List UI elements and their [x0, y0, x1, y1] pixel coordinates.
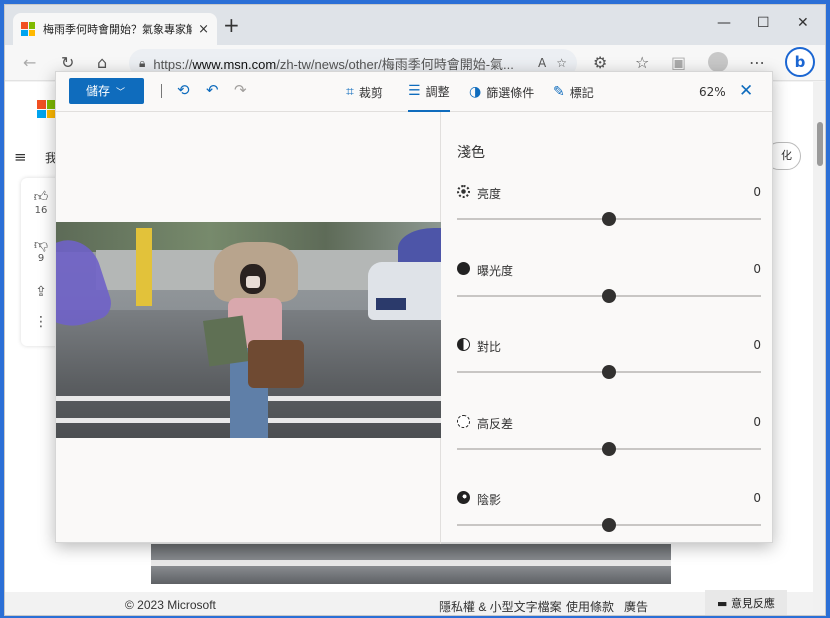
save-button[interactable]: 儲存 ﹀: [69, 78, 144, 104]
slider-thumb[interactable]: [602, 518, 616, 532]
dislike-count: 9: [37, 253, 45, 264]
undo-icon[interactable]: ↶: [206, 81, 219, 99]
photo-pole: [136, 228, 152, 306]
shadows-icon: [457, 491, 470, 504]
more-menu-icon[interactable]: ⋯: [749, 53, 765, 72]
photo-pedestrian: [202, 242, 304, 438]
slider-label: 亮度: [477, 187, 502, 201]
collections-icon[interactable]: ▣: [671, 53, 686, 72]
microsoft-logo[interactable]: [37, 100, 55, 118]
footer-copyright: © 2023 Microsoft: [125, 598, 216, 612]
refresh-icon[interactable]: ↻: [61, 53, 74, 72]
lock-icon[interactable]: 🔒︎: [139, 56, 145, 71]
feedback-button[interactable]: ▬ 意見反應: [705, 590, 787, 615]
tool-markup[interactable]: ✎ 標記: [553, 72, 594, 112]
handbag: [248, 340, 304, 388]
slider-thumb[interactable]: [602, 365, 616, 379]
footer-privacy-link[interactable]: 隱私權 & 小型文字檔案: [439, 598, 562, 615]
slider-label: 曝光度: [477, 263, 514, 278]
slider-label: 陰影: [477, 493, 502, 507]
adjust-icon: ☰: [408, 83, 421, 99]
bing-chat-icon[interactable]: b: [785, 47, 815, 77]
tab-close-icon[interactable]: ×: [198, 22, 209, 37]
slider-label: 高反差: [477, 416, 514, 431]
page-scrollbar[interactable]: [813, 82, 825, 615]
slider-value: 0: [753, 185, 761, 199]
edited-photo[interactable]: [56, 222, 441, 438]
tab-strip: 梅雨季何時會開始？氣象專家解 × + — ☐ ✕: [5, 5, 825, 45]
article-image: [151, 544, 671, 584]
home-icon[interactable]: ⌂: [97, 53, 107, 72]
redo-icon[interactable]: ↷: [234, 81, 247, 99]
url-text[interactable]: https://www.msn.com/zh-tw/news/other/梅雨季…: [153, 54, 528, 73]
image-editor: 儲存 ﹀ ⟲ ↶ ↷ ⌗ 裁剪 ☰ 調整 ◑ 篩選條件 ✎ 標記 62% ✕ 淺…: [55, 71, 774, 544]
shopping-bag: [202, 315, 250, 367]
back-arrow-icon[interactable]: ←: [23, 53, 36, 72]
slider-value: 0: [753, 414, 761, 429]
exposure-icon: [457, 261, 470, 275]
pedestrian-mask: [246, 276, 260, 288]
panel-title: 淺色: [457, 145, 485, 161]
filter-icon: ◑: [469, 84, 482, 100]
profile-avatar[interactable]: [708, 52, 728, 72]
tab-title: 梅雨季何時會開始？氣象專家解: [43, 23, 193, 36]
slider-thumb[interactable]: [602, 288, 616, 303]
favorite-star-icon[interactable]: ☆: [556, 56, 567, 70]
zoom-level: 62%: [699, 85, 726, 99]
contrast-icon: [457, 338, 470, 351]
slider-thumb[interactable]: [602, 212, 616, 226]
footer-terms-link[interactable]: 使用條款: [566, 598, 614, 615]
new-tab-button[interactable]: +: [223, 15, 240, 35]
favorites-icon[interactable]: ☆: [635, 53, 649, 72]
toolbar-divider: [161, 84, 162, 98]
crop-icon: ⌗: [346, 84, 354, 100]
feedback-icon: ▬: [717, 597, 731, 610]
slider-label: 對比: [477, 340, 502, 354]
tool-filter[interactable]: ◑ 篩選條件: [469, 72, 534, 112]
extensions-icon[interactable]: ⚙: [593, 53, 607, 72]
slider-thumb[interactable]: [602, 441, 616, 456]
close-window-button[interactable]: ✕: [797, 15, 809, 31]
history-icon[interactable]: ⟲: [177, 81, 190, 99]
browser-tab[interactable]: 梅雨季何時會開始？氣象專家解 ×: [13, 13, 217, 45]
maximize-button[interactable]: ☐: [757, 15, 770, 31]
tool-adjust[interactable]: ☰ 調整: [408, 72, 450, 112]
slider-value: 0: [753, 261, 761, 276]
editor-toolbar: 儲存 ﹀ ⟲ ↶ ↷ ⌗ 裁剪 ☰ 調整 ◑ 篩選條件 ✎ 標記 62% ✕: [56, 72, 772, 112]
browser-window: 梅雨季何時會開始？氣象專家解 × + — ☐ ✕ ← ↻ ⌂ 🔒︎ https:…: [4, 4, 826, 616]
photo-car: [368, 262, 441, 320]
editor-close-icon[interactable]: ✕: [739, 81, 753, 101]
slider-value: 0: [753, 491, 761, 505]
page-footer: © 2023 Microsoft 隱私權 & 小型文字檔案 使用條款 廣告: [5, 592, 813, 615]
adjust-panel: 淺色 亮度 0 曝光度 0 對比 0 高反差 0 陰影 0: [442, 112, 774, 544]
msn-favicon-icon: [21, 22, 35, 36]
chevron-down-icon: ﹀: [116, 88, 126, 98]
editor-canvas: [56, 112, 441, 544]
read-aloud-icon[interactable]: A: [538, 56, 546, 70]
tool-crop[interactable]: ⌗ 裁剪: [346, 72, 383, 112]
hamburger-menu-icon[interactable]: ≡: [14, 148, 27, 166]
like-count: 16: [34, 205, 48, 216]
brightness-icon: [457, 185, 470, 198]
highlights-icon: [457, 414, 470, 428]
markup-icon: ✎: [553, 84, 565, 100]
minimize-button[interactable]: —: [717, 15, 731, 31]
slider-value: 0: [753, 338, 761, 352]
footer-ads-link[interactable]: 廣告: [624, 598, 648, 615]
scroll-thumb[interactable]: [817, 122, 823, 166]
